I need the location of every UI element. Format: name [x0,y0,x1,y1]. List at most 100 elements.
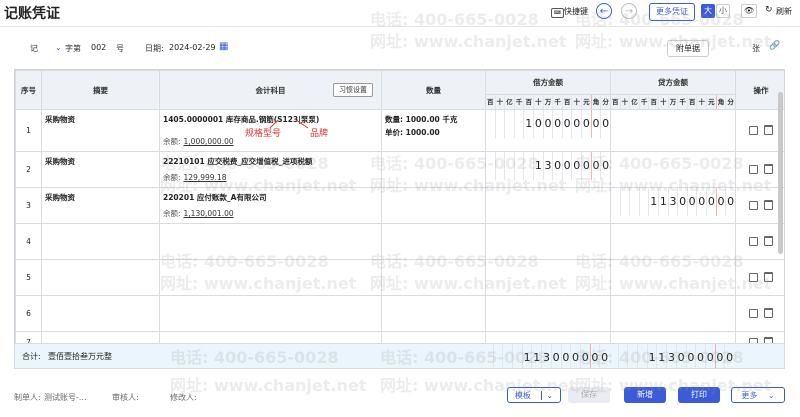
row-qty[interactable] [381,295,486,332]
refresh-button[interactable]: 刷新 [776,4,792,20]
row-qty[interactable] [381,151,486,188]
row-debit[interactable]: 100000000 [485,109,611,152]
keyboard-icon[interactable]: ⌨ [551,8,564,18]
chevron-down-icon[interactable]: ⌄ [768,391,775,400]
table-scrollbar[interactable] [778,92,783,254]
attach-button[interactable]: 附单据 [667,40,709,57]
row-account[interactable] [159,295,382,332]
balance-label: 余额: [163,173,181,182]
row-qty[interactable] [381,259,486,296]
row-debit[interactable] [485,259,611,296]
money-digit: 0 [591,344,601,368]
modifier-label: 修改人: [170,393,197,402]
more-voucher-button[interactable]: 更多凭证 [649,3,695,21]
table-row[interactable]: 1 采购物资 1405.0000001 库存商品.钢筋(S123|泵泵) 余额: 1,0… [15,109,784,152]
row-account[interactable]: 220201 应付账款_A有限公司 余额: 1,130,001.00 [159,187,382,224]
money-digit [611,188,621,216]
page-title: 记账凭证 [4,6,60,22]
eye-icon[interactable]: 👁 [741,4,757,18]
row-account[interactable] [159,259,382,296]
row-seq: 6 [15,295,42,332]
row-account[interactable]: 22210101 应交税费_应交增值税_进项税额 余额: 129,999.18 [159,151,382,188]
digit-header: 十 [496,95,506,109]
copy-icon[interactable] [749,272,758,282]
money-digit: 0 [534,110,544,138]
row-summary[interactable] [41,223,160,260]
template-button[interactable]: 模板 ⌄ [507,387,561,403]
delete-icon[interactable] [764,307,773,318]
copy-icon[interactable] [749,200,758,210]
shortcut-button[interactable]: 快捷键 [564,4,588,20]
voucher-type[interactable]: 记 [30,43,38,54]
row-qty[interactable] [381,187,486,224]
money-digit: 0 [563,110,573,138]
date-input[interactable]: 2024-02-29 [169,43,216,52]
balance-label: 余额: [163,137,181,146]
money-digit: 0 [552,344,562,368]
row-debit[interactable] [485,295,611,332]
total-debit: 113000000 [484,344,609,368]
delete-icon[interactable] [764,199,773,210]
money-digit: 0 [678,188,688,216]
money-digit: 3 [667,344,677,368]
row-credit[interactable]: 113000000 [610,187,736,224]
row-qty[interactable]: 数量: 1000.00 千克 单价: 1000.00 [381,109,486,152]
row-credit[interactable] [610,259,736,296]
row-summary[interactable]: 采购物资 [41,151,160,188]
row-credit[interactable] [610,223,736,260]
refresh-icon[interactable]: ↻ [765,5,773,15]
table-row[interactable]: 5 [15,259,784,296]
digit-header: 百 [649,95,660,109]
print-button[interactable]: 打印 [678,387,720,403]
table-row[interactable]: 4 [15,223,784,260]
attach-link-icon[interactable]: 🔗 [769,41,780,51]
money-digit: 1 [649,188,660,216]
prev-voucher-icon[interactable]: ← [596,3,612,19]
row-debit[interactable] [485,223,611,260]
delete-icon[interactable] [764,271,773,282]
delete-icon[interactable] [764,124,773,135]
row-debit[interactable]: 13000000 [485,151,611,188]
digit-header: 百 [486,95,496,109]
row-summary[interactable]: 采购物资 [41,109,160,152]
table-row[interactable]: 2 采购物资 22210101 应交税费_应交增值税_进项税额 余额: 129,999.… [15,151,784,188]
row-credit[interactable] [610,151,736,188]
row-summary[interactable] [41,259,160,296]
size-big-button[interactable]: 大 [701,4,715,18]
delete-icon[interactable] [764,163,773,174]
more-button[interactable]: 更多 ⌄ [731,387,785,403]
money-digit [486,110,496,138]
watermark-site: 网址: www.chanjet.net [170,376,367,395]
table-row[interactable]: 3 采购物资 220201 应付账款_A有限公司 余额: 1,130,001.00 1 1 3… [15,187,784,224]
copy-icon[interactable] [749,236,758,246]
header-seq: 序号 [15,70,42,110]
balance-label: 余额: [163,209,181,218]
new-button[interactable]: 新增 [624,387,666,403]
row-summary[interactable]: 采购物资 [41,187,160,224]
delete-icon[interactable] [764,235,773,246]
copy-icon[interactable] [749,125,758,135]
row-account[interactable] [159,223,382,260]
voucher-number[interactable]: 002 [91,43,106,52]
chevron-down-icon[interactable]: ⌄ [55,43,62,52]
chevron-down-icon[interactable]: ⌄ [541,391,554,400]
row-credit[interactable] [610,295,736,332]
copy-icon[interactable] [749,308,758,318]
size-small-button[interactable]: 小 [716,4,730,18]
money-digit [484,344,494,368]
row-summary[interactable] [41,295,160,332]
next-voucher-icon[interactable]: → [621,3,637,19]
row-seq: 1 [15,109,42,152]
row-seq: 3 [15,187,42,224]
copy-icon[interactable] [749,164,758,174]
save-button[interactable]: 保存 [568,387,610,403]
header-credit: 贷方金额 [610,70,736,95]
table-row[interactable]: 6 [15,295,784,332]
calendar-icon[interactable]: ▦ [219,41,228,52]
digit-header: 十 [572,95,583,109]
money-digit [505,110,515,138]
row-qty[interactable] [381,223,486,260]
habit-settings-button[interactable]: 习惯设置 [333,83,373,97]
row-debit[interactable] [485,187,611,224]
row-credit[interactable] [610,109,736,152]
